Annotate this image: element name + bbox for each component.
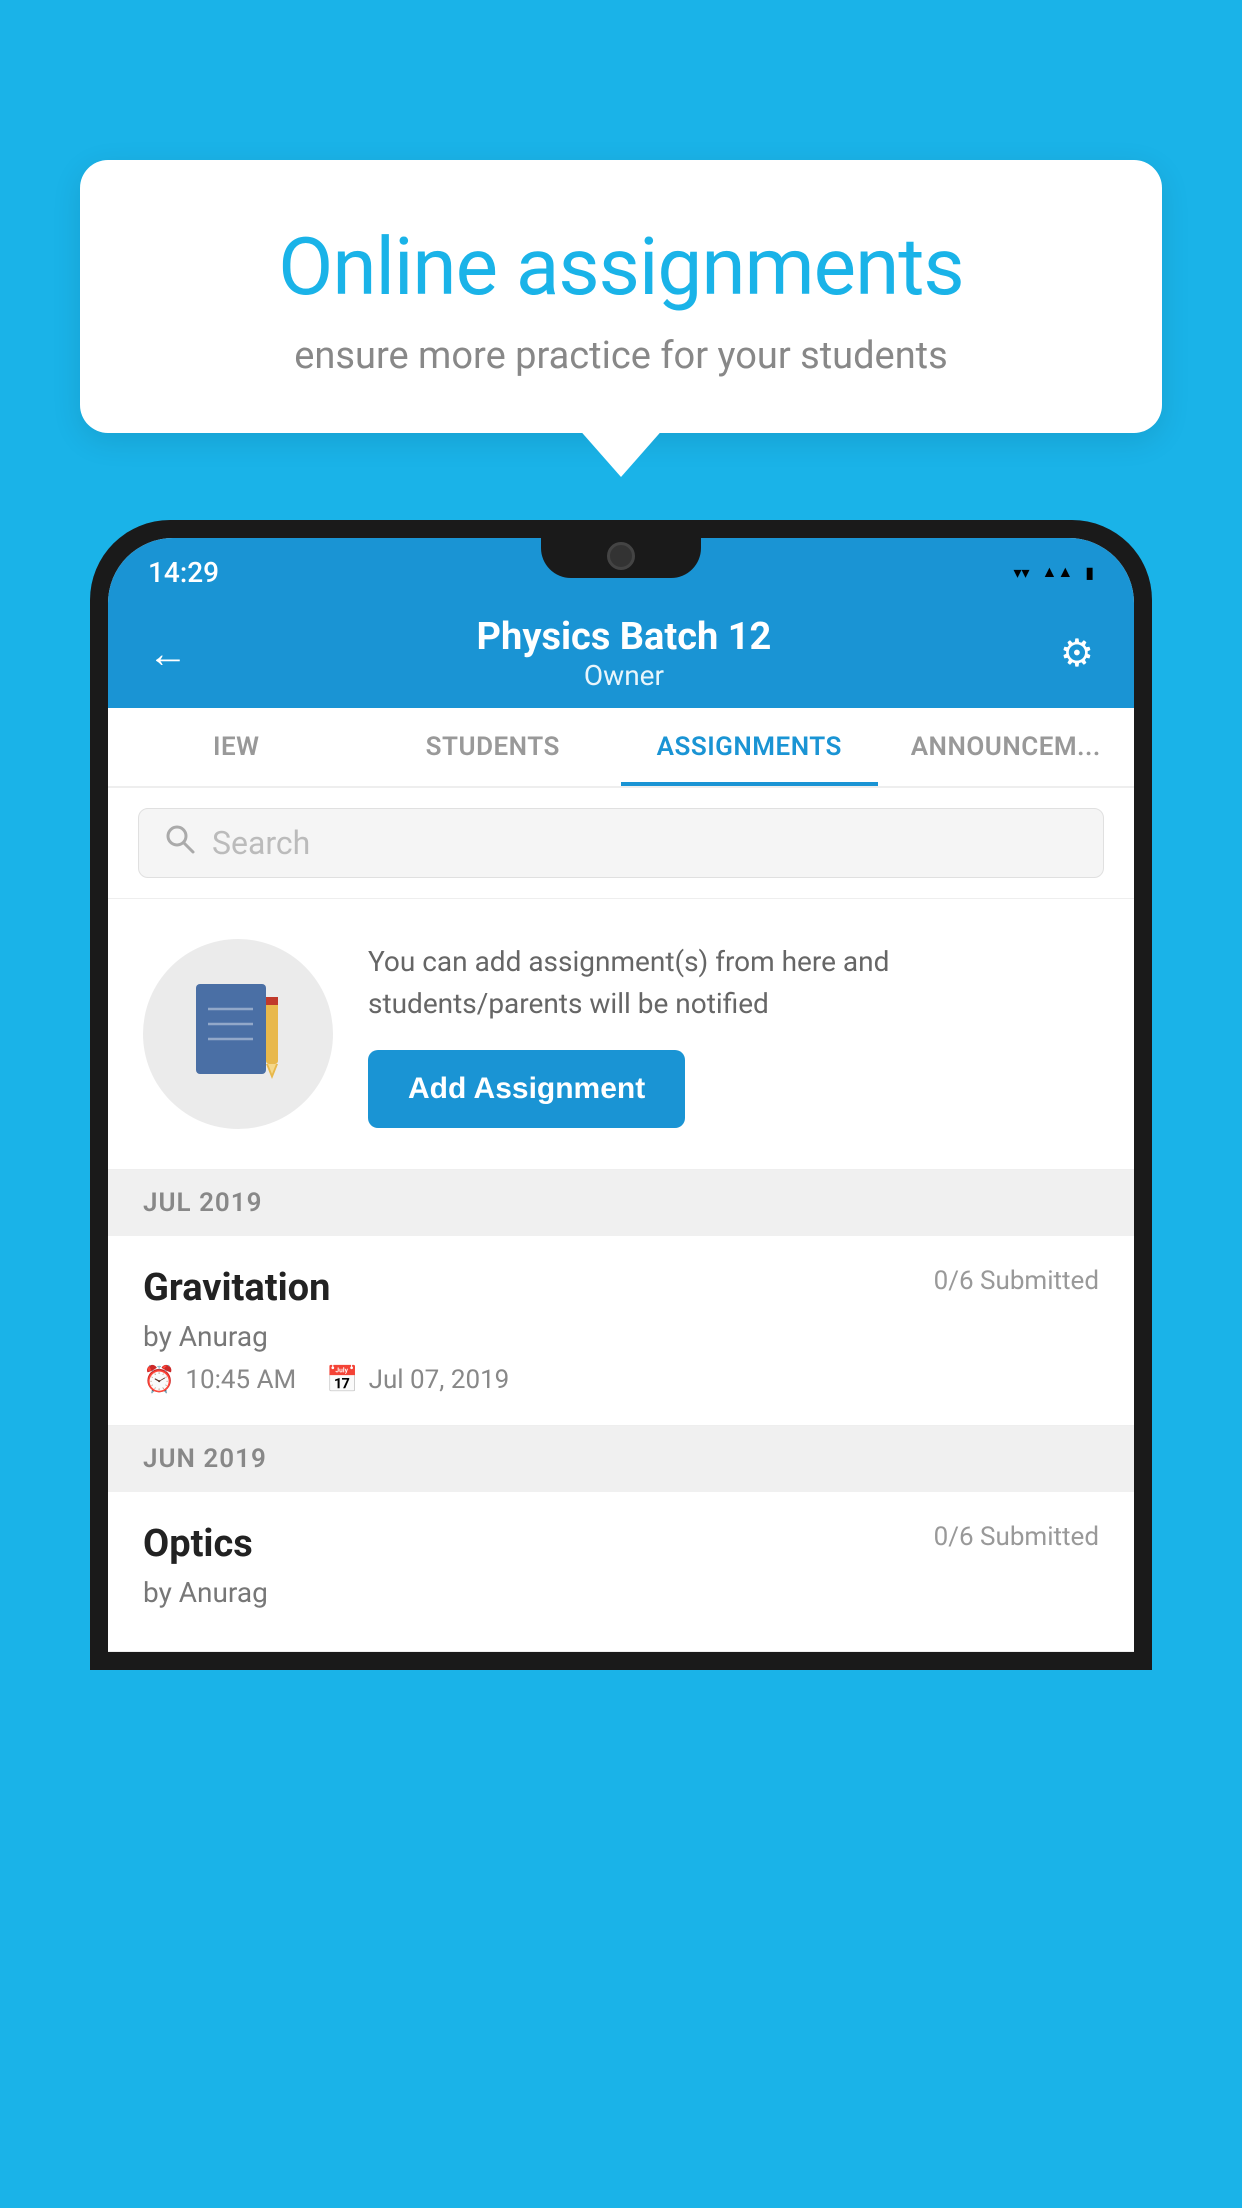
promo-description: You can add assignment(s) from here and … [368, 941, 1099, 1025]
tab-iew[interactable]: IEW [108, 708, 365, 786]
assignment-meta: ⏰ 10:45 AM 📅 Jul 07, 2019 [143, 1365, 1099, 1395]
status-icons: ▾▾ ▲▲ ▮ [1013, 562, 1094, 582]
notebook-svg [188, 979, 288, 1089]
back-button[interactable]: ← [148, 630, 188, 677]
assignment-time: 10:45 AM [185, 1365, 296, 1395]
assignment-title: Gravitation [143, 1266, 330, 1310]
month-separator-jun: JUN 2019 [108, 1426, 1134, 1492]
search-bar[interactable]: Search [138, 808, 1104, 878]
meta-date: 📅 Jul 07, 2019 [326, 1365, 509, 1395]
assignment-item-gravitation[interactable]: Gravitation 0/6 Submitted by Anurag ⏰ 10… [108, 1236, 1134, 1426]
status-time: 14:29 [148, 556, 219, 589]
meta-time: ⏰ 10:45 AM [143, 1365, 296, 1395]
header-subtitle: Owner [477, 659, 772, 692]
promo-icon-circle [143, 939, 333, 1129]
assignment-header: Gravitation 0/6 Submitted [143, 1266, 1099, 1310]
search-placeholder: Search [212, 824, 310, 862]
month-separator-jul: JUL 2019 [108, 1170, 1134, 1236]
tab-assignments[interactable]: ASSIGNMENTS [621, 708, 878, 786]
phone-outer: 14:29 ▾▾ ▲▲ ▮ ← Physics Batch 12 Owner ⚙ [90, 520, 1152, 1670]
assignment-item-optics[interactable]: Optics 0/6 Submitted by Anurag [108, 1492, 1134, 1652]
assignment-submitted-optics: 0/6 Submitted [934, 1522, 1099, 1552]
assignment-header-optics: Optics 0/6 Submitted [143, 1522, 1099, 1566]
settings-icon[interactable]: ⚙ [1060, 631, 1094, 676]
clock-icon: ⏰ [143, 1365, 175, 1395]
battery-icon: ▮ [1085, 563, 1094, 582]
add-assignment-button[interactable]: Add Assignment [368, 1050, 685, 1128]
phone-wrapper: 14:29 ▾▾ ▲▲ ▮ ← Physics Batch 12 Owner ⚙ [90, 520, 1152, 2208]
signal-icon: ▲▲ [1042, 562, 1074, 582]
tooltip-card: Online assignments ensure more practice … [80, 160, 1162, 433]
tooltip-subtitle: ensure more practice for your students [150, 334, 1092, 378]
header-title-block: Physics Batch 12 Owner [477, 615, 772, 692]
tab-announcements[interactable]: ANNOUNCEM... [878, 708, 1135, 786]
tooltip-title: Online assignments [150, 220, 1092, 314]
phone-screen: 14:29 ▾▾ ▲▲ ▮ ← Physics Batch 12 Owner ⚙ [108, 538, 1134, 1652]
tabs-bar: IEW STUDENTS ASSIGNMENTS ANNOUNCEM... [108, 708, 1134, 788]
promo-block: You can add assignment(s) from here and … [108, 899, 1134, 1170]
assignment-by: by Anurag [143, 1320, 1099, 1353]
search-icon [164, 823, 196, 863]
tab-students[interactable]: STUDENTS [365, 708, 622, 786]
header-title: Physics Batch 12 [477, 615, 772, 659]
assignment-title-optics: Optics [143, 1522, 253, 1566]
phone-camera [607, 542, 635, 570]
wifi-icon: ▾▾ [1013, 563, 1029, 582]
assignment-date: Jul 07, 2019 [369, 1365, 510, 1395]
search-container: Search [108, 788, 1134, 899]
app-header: ← Physics Batch 12 Owner ⚙ [108, 598, 1134, 708]
assignment-submitted: 0/6 Submitted [934, 1266, 1099, 1296]
promo-content: You can add assignment(s) from here and … [368, 941, 1099, 1128]
assignment-by-optics: by Anurag [143, 1576, 1099, 1609]
calendar-icon: 📅 [326, 1365, 358, 1395]
